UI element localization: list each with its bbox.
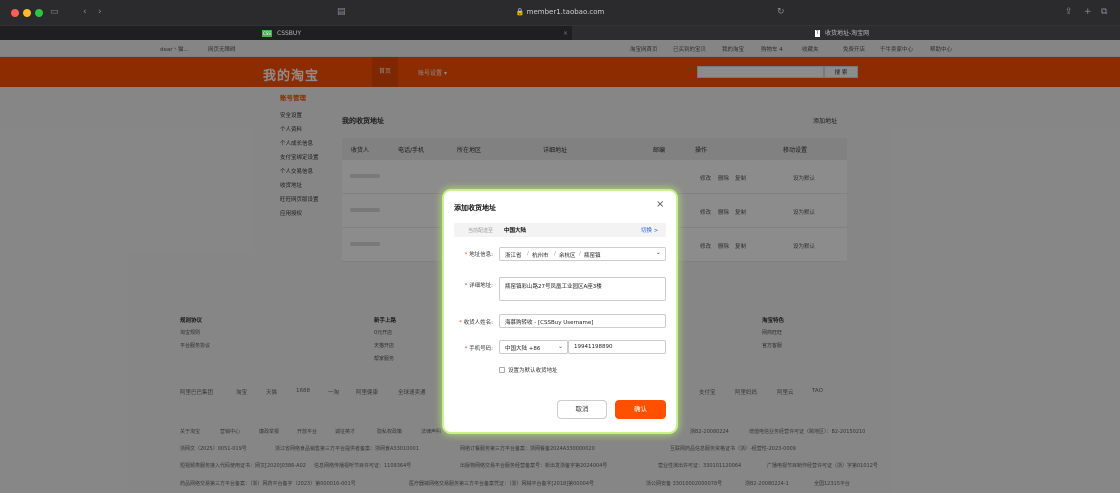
page-icon: ▤	[337, 7, 346, 17]
chevron-down-icon: ⌄	[656, 250, 661, 256]
forward-arrow-icon[interactable]: ›	[98, 7, 102, 17]
lock-icon: 🔒	[515, 8, 525, 16]
cssbuy-favicon-icon: CSS	[262, 30, 272, 37]
separator: /	[527, 251, 529, 257]
address-region-select[interactable]: 浙江省 / 杭州市 / 余杭区 / 瓶窑镇 ⌄	[499, 247, 666, 261]
back-arrow-icon[interactable]: ‹	[83, 7, 87, 17]
recipient-name-input[interactable]: 海慕购转收 - [CSSBuy Username]	[499, 314, 666, 328]
share-icon[interactable]: ⇪	[1065, 7, 1073, 17]
close-window-button[interactable]	[11, 9, 19, 17]
recipient-name-label-text: 收货人姓名:	[463, 320, 493, 326]
close-icon[interactable]: ×	[656, 199, 664, 210]
dialog-title: 添加收货地址	[454, 204, 496, 212]
detail-address-label: * 详细地址:	[464, 283, 493, 289]
new-tab-icon[interactable]: +	[1084, 7, 1092, 17]
region-value: 中国大陆	[504, 228, 527, 234]
tab-label: 收货地址-淘宝网	[825, 30, 870, 37]
phone-label: * 手机号码:	[464, 346, 493, 352]
separator: /	[579, 251, 581, 257]
default-address-label[interactable]: 设置为默认收货地址	[508, 366, 558, 374]
url-text: member1.taobao.com	[526, 8, 605, 16]
detail-address-label-text: 详细地址:	[469, 283, 493, 289]
province-value: 浙江省	[505, 253, 522, 259]
browser-titlebar: ▭ ‹ › ▤ 🔒 member1.taobao.com ↻ ⇪ + ⧉	[0, 0, 1120, 25]
zoom-window-button[interactable]	[35, 9, 43, 17]
tab-label: CSSBUY	[277, 30, 301, 37]
town-value: 瓶窑镇	[584, 253, 601, 259]
sidebar-toggle-icon[interactable]: ▭	[50, 7, 59, 17]
address-bar[interactable]: 🔒 member1.taobao.com	[380, 5, 740, 20]
detail-address-textarea[interactable]: 瓶窑镇彩山路27号凤凰工业园区A座3楼	[499, 277, 666, 301]
city-value: 杭州市	[532, 253, 549, 259]
switch-region-link[interactable]: 切换 >	[641, 226, 658, 234]
separator: /	[554, 251, 556, 257]
country-code-value: 中国大陆 +86	[505, 346, 541, 352]
chevron-down-icon: ⌄	[558, 343, 564, 350]
district-value: 余杭区	[559, 253, 576, 259]
taobao-favicon-icon: T	[815, 30, 820, 37]
tab-bar: CSS CSSBUY × T 收货地址-淘宝网	[0, 25, 1120, 41]
address-info-label-text: 地址信息:	[469, 252, 493, 258]
default-address-checkbox[interactable]	[499, 367, 505, 373]
recipient-name-label: * 收货人姓名:	[459, 320, 493, 326]
tab-cssbuy[interactable]: CSS CSSBUY ×	[0, 26, 568, 41]
region-label: 当前配送至	[468, 228, 494, 234]
phone-number-input[interactable]: 19941198890	[568, 340, 666, 354]
tab-overview-icon[interactable]: ⧉	[1101, 7, 1107, 17]
tab-close-icon[interactable]: ×	[563, 26, 568, 41]
add-address-dialog: 添加收货地址 × 当前配送至 中国大陆 切换 > * 地址信息: 浙江省 / 杭…	[444, 191, 676, 432]
address-info-label: * 地址信息:	[464, 252, 493, 258]
cancel-button[interactable]: 取消	[557, 400, 607, 419]
tab-address[interactable]: T 收货地址-淘宝网	[572, 26, 1120, 41]
country-code-select[interactable]: 中国大陆 +86 ⌄	[499, 340, 568, 354]
reload-icon[interactable]: ↻	[777, 7, 785, 17]
minimize-window-button[interactable]	[23, 9, 31, 17]
delivery-region-bar: 当前配送至 中国大陆 切换 >	[454, 223, 666, 237]
confirm-button[interactable]: 确认	[615, 400, 666, 419]
phone-label-text: 手机号码:	[469, 346, 493, 352]
